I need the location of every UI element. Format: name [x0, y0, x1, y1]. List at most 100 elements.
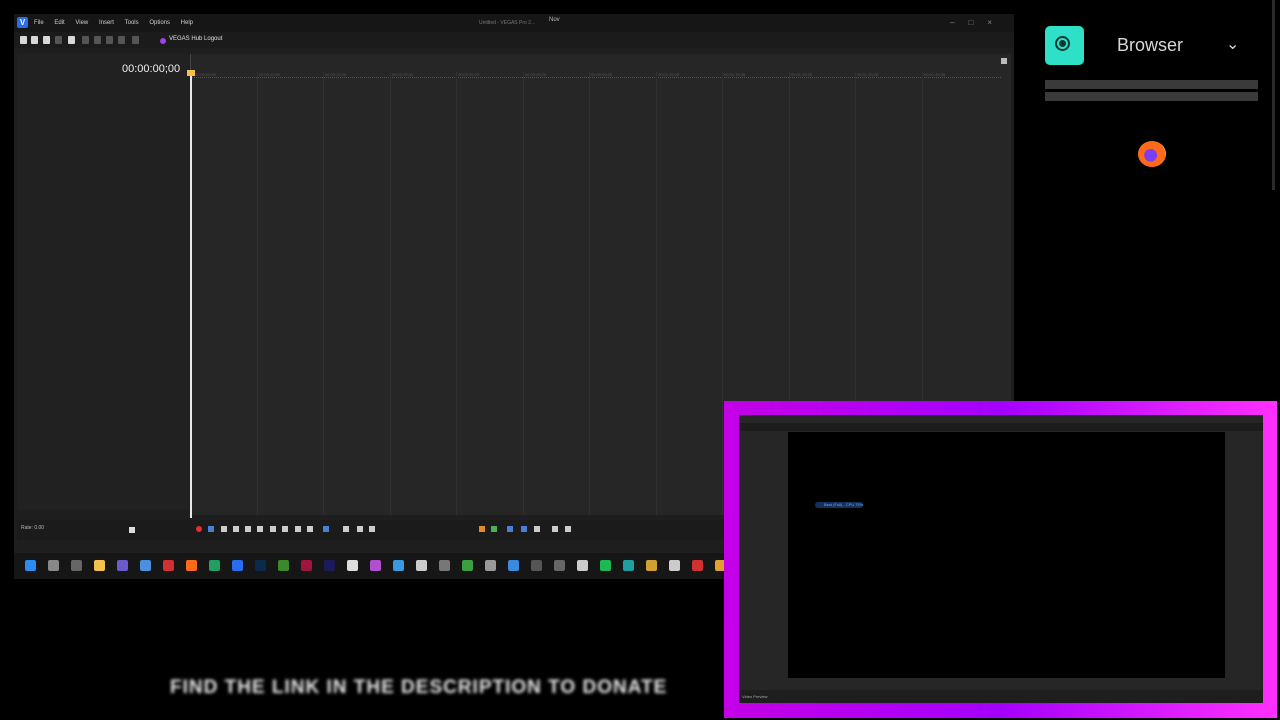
- after-effects-icon[interactable]: [324, 560, 335, 571]
- menu-bar: File Edit View Insert Tools Options Help: [34, 20, 202, 26]
- menu-options[interactable]: Options: [149, 20, 170, 26]
- menu-view[interactable]: View: [75, 20, 88, 26]
- firefox-icon[interactable]: [1138, 141, 1166, 167]
- photoshop-icon[interactable]: [255, 560, 266, 571]
- marker-icon[interactable]: [479, 526, 485, 532]
- ruler-label: 00:01:49;28: [924, 72, 946, 77]
- previous-frame-icon[interactable]: [295, 526, 301, 532]
- photos-icon[interactable]: [393, 560, 404, 571]
- lock-envelopes-icon[interactable]: [534, 526, 540, 532]
- preview-quality-text: Best (Full) - CPU 75%: [824, 502, 864, 507]
- discord-icon[interactable]: [370, 560, 381, 571]
- zoom-tool-icon[interactable]: [369, 526, 375, 532]
- ruler-label: 00:00:29;29: [392, 72, 414, 77]
- scrollbar[interactable]: [1272, 0, 1275, 190]
- record-button[interactable]: [196, 526, 202, 532]
- store-icon[interactable]: [508, 560, 519, 571]
- edge-icon[interactable]: [209, 560, 220, 571]
- ruler-label: 00:00:00;00: [195, 72, 217, 77]
- chevron-down-icon[interactable]: ⌄: [1226, 34, 1239, 54]
- ruler-label: 00:00:49;29: [525, 72, 547, 77]
- envelope-tool-icon[interactable]: [343, 526, 349, 532]
- settings-gear-icon[interactable]: [68, 36, 75, 44]
- checkmark-app-icon[interactable]: [140, 560, 151, 571]
- time-ruler[interactable]: [191, 77, 1001, 79]
- search-icon[interactable]: [48, 560, 59, 571]
- pin-icon[interactable]: [1001, 58, 1007, 64]
- play-from-start-icon[interactable]: [221, 526, 227, 532]
- selection-tool-icon[interactable]: [357, 526, 363, 532]
- vegas-taskbar-icon[interactable]: [232, 560, 243, 571]
- terminal-icon[interactable]: [485, 560, 496, 571]
- ruler-label: 00:00:10;00: [259, 72, 281, 77]
- windows-taskbar: [14, 553, 744, 579]
- placeholder-bar: [1045, 80, 1258, 89]
- copy-icon[interactable]: [94, 36, 101, 44]
- tools-app-icon[interactable]: [646, 560, 657, 571]
- paste-icon[interactable]: [106, 36, 113, 44]
- preview-footer-text: Video Preview: [742, 694, 768, 699]
- green-app-icon[interactable]: [278, 560, 289, 571]
- menu-file[interactable]: File: [34, 20, 44, 26]
- menu-tools[interactable]: Tools: [125, 20, 139, 26]
- vegas-logo-icon: V: [17, 17, 28, 28]
- go-to-start-icon[interactable]: [270, 526, 276, 532]
- browser-label: Browser: [1117, 35, 1184, 55]
- preview-footer: [739, 690, 1263, 703]
- media-app-icon[interactable]: [554, 560, 565, 571]
- copilot-icon[interactable]: [117, 560, 128, 571]
- loop-icon[interactable]: [208, 526, 214, 532]
- menu-edit[interactable]: Edit: [54, 20, 64, 26]
- undo-icon[interactable]: [118, 36, 125, 44]
- stop-icon[interactable]: [257, 526, 263, 532]
- obs-icon[interactable]: [439, 560, 450, 571]
- render-icon[interactable]: [55, 36, 62, 44]
- donate-banner: FIND THE LINK IN THE DESCRIPTION TO DONA…: [170, 677, 668, 698]
- window-controls[interactable]: –□×: [950, 18, 1006, 27]
- spotify-icon[interactable]: [600, 560, 611, 571]
- antivirus-icon[interactable]: [692, 560, 703, 571]
- settings-app-icon[interactable]: [577, 560, 588, 571]
- auto-crossfade-icon[interactable]: [565, 526, 571, 532]
- next-frame-icon[interactable]: [307, 526, 313, 532]
- menu-help[interactable]: Help: [181, 20, 193, 26]
- red-app-icon[interactable]: [301, 560, 312, 571]
- capcut-icon[interactable]: [347, 560, 358, 571]
- preview-toolbar: [739, 423, 1263, 431]
- menu-insert[interactable]: Insert: [99, 20, 114, 26]
- pause-icon[interactable]: [245, 526, 251, 532]
- edit-tool-icon[interactable]: [323, 526, 329, 532]
- new-file-icon[interactable]: [20, 36, 27, 44]
- capture-app-icon[interactable]: [669, 560, 680, 571]
- feather-app-icon[interactable]: [623, 560, 634, 571]
- go-to-end-icon[interactable]: [282, 526, 288, 532]
- track-header-panel: [17, 54, 191, 510]
- vivaldi-icon[interactable]: [163, 560, 174, 571]
- redo-icon[interactable]: [132, 36, 139, 44]
- task-view-icon[interactable]: [71, 560, 82, 571]
- play-icon[interactable]: [233, 526, 239, 532]
- playhead-marker-icon[interactable]: [187, 70, 195, 76]
- save-icon[interactable]: [43, 36, 50, 44]
- cut-icon[interactable]: [82, 36, 89, 44]
- rate-slider-handle[interactable]: [129, 527, 135, 533]
- grid-app-icon[interactable]: [462, 560, 473, 571]
- vegas-hub-logout-link[interactable]: VEGAS Hub Logout: [169, 36, 222, 42]
- firefox-taskbar-icon[interactable]: [186, 560, 197, 571]
- vegas-hub-icon: [160, 38, 166, 44]
- start-menu-icon[interactable]: [25, 560, 36, 571]
- rate-label: Rate: 0.00: [21, 525, 45, 531]
- playhead-cursor[interactable]: [190, 70, 192, 518]
- ruler-label: 00:01:19;28: [724, 72, 746, 77]
- ruler-label: 00:01:39;28: [857, 72, 879, 77]
- file-explorer-icon[interactable]: [94, 560, 105, 571]
- snapping-icon[interactable]: [507, 526, 513, 532]
- steam-icon[interactable]: [531, 560, 542, 571]
- auto-ripple-icon[interactable]: [521, 526, 527, 532]
- ruler-label: 00:00:19;29: [325, 72, 347, 77]
- region-icon[interactable]: [491, 526, 497, 532]
- notion-icon[interactable]: [416, 560, 427, 571]
- ignore-grouping-icon[interactable]: [552, 526, 558, 532]
- open-folder-icon[interactable]: [31, 36, 38, 44]
- placeholder-bar: [1045, 92, 1258, 101]
